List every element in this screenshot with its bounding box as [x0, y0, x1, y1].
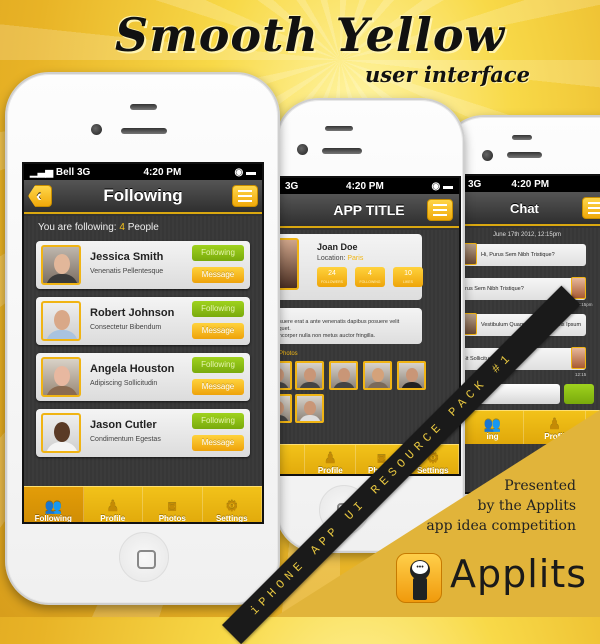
person-subtitle: Condimentum Egestas	[90, 436, 161, 443]
front-camera	[91, 124, 102, 135]
menu-button[interactable]	[232, 185, 258, 207]
following-body: You are following: 4 People Jessica Smit…	[24, 216, 262, 522]
phone-following: ▁▃▅ Bell 3G 4:20 PM ◉ ▬ ‹ Following You …	[5, 72, 280, 605]
chat-avatar	[571, 347, 586, 369]
message-time: 12:15	[575, 372, 587, 377]
person-name: Angela Houston	[90, 363, 175, 375]
menu-icon	[433, 204, 447, 216]
earpiece-top	[325, 126, 353, 131]
chat-message: Hi, Purus Sem Nibh Tristique?	[462, 243, 586, 266]
tab-profile[interactable]: ♟ Profile	[84, 487, 143, 522]
camera-icon: ◙	[168, 498, 177, 514]
person-card: Robert Johnson Consectetur Bibendum Foll…	[36, 297, 250, 345]
following-button[interactable]: Following	[192, 357, 244, 373]
avatar	[41, 245, 81, 285]
following-button[interactable]: Following	[192, 413, 244, 429]
photo-thumb[interactable]	[329, 361, 358, 390]
person-name: Jessica Smith	[90, 251, 164, 263]
person-card: Jessica Smith Venenatis Pellentesque Fol…	[36, 241, 250, 289]
profile-card: Joan Doe Location: Paris 24 FOLLOWERS 4 FO…	[279, 234, 423, 300]
person-subtitle: Consectetur Bibendum	[90, 324, 162, 331]
chat-navbar: Chat	[462, 192, 600, 226]
carrier: ▁▃▅ Bell 3G	[30, 166, 91, 178]
tab-photos[interactable]: ◙Photos	[143, 487, 203, 522]
person-subtitle: Venenatis Pellentesque	[90, 268, 164, 275]
profile-navbar: APP TITLE	[279, 194, 459, 228]
following-summary: You are following: 4 People	[38, 222, 159, 233]
carrier: 3G	[285, 180, 299, 192]
earpiece-top	[130, 104, 157, 110]
tab-bar: 👥 Following ♟ Profile ◙ Photos ⚙ Settings	[24, 486, 262, 522]
menu-button[interactable]	[427, 199, 453, 221]
photo-thumb[interactable]	[397, 361, 426, 390]
clock: 4:20 PM	[511, 178, 550, 190]
person-name: Robert Johnson	[90, 307, 175, 319]
status-bar: ▁▃▅ Bell 3G 4:20 PM ◉ ▬	[24, 164, 262, 180]
stat-followers[interactable]: 24 FOLLOWERS	[317, 267, 347, 287]
photos-label: Photos	[279, 351, 298, 357]
status-bar: 3G 4:20 PM ◉ ▬	[462, 176, 600, 192]
gear-icon: ⚙	[225, 498, 239, 514]
nav-title: APP TITLE	[333, 202, 405, 218]
avatar	[41, 301, 81, 341]
tab-settings[interactable]: ⚙ Settings	[203, 487, 262, 522]
person-name: Jason Cutler	[90, 419, 157, 431]
front-camera	[297, 144, 308, 155]
profile-location: Location: Paris	[317, 255, 364, 262]
chevron-left-icon: ‹	[36, 186, 42, 205]
person-card: Jason Cutler Condimentum Egestas Followi…	[36, 409, 250, 457]
photo-thumb[interactable]	[279, 361, 292, 390]
message-button[interactable]: Message	[192, 323, 244, 339]
chat-avatar	[571, 277, 586, 299]
message-button[interactable]: Message	[192, 435, 244, 451]
message-button[interactable]: Message	[192, 267, 244, 283]
battery-icon: ◉ ▬	[431, 180, 453, 192]
applits-wordmark: Applits	[450, 552, 588, 596]
person-icon: ♟	[106, 498, 120, 514]
profile-photo	[279, 238, 299, 290]
nav-title: Chat	[510, 200, 539, 216]
speaker-grille	[507, 152, 542, 158]
front-camera	[482, 150, 493, 161]
clock: 4:20 PM	[143, 166, 182, 178]
nav-title: Following	[103, 186, 183, 205]
carrier: 3G	[468, 178, 482, 190]
presented-by: Presented by the Applits app idea compet…	[426, 478, 576, 534]
avatar	[41, 413, 81, 453]
tab-following[interactable]: 👥 Following	[24, 487, 84, 522]
menu-button[interactable]	[582, 197, 600, 219]
following-button[interactable]: Following	[192, 245, 244, 261]
following-navbar: ‹ Following	[24, 180, 262, 214]
chat-date: June 17th 2012, 12:15pm	[492, 232, 562, 238]
people-icon: 👥	[44, 498, 62, 514]
applits-logo-icon	[396, 553, 442, 603]
profile-name: Joan Doe	[317, 242, 358, 252]
poster-title: Smooth Yellow	[114, 8, 506, 62]
home-button[interactable]	[119, 532, 169, 582]
speaker-grille	[322, 148, 362, 154]
poster-subtitle: user interface	[365, 62, 530, 87]
photo-thumb[interactable]	[363, 361, 392, 390]
about-text: posuere erat a ante venenatis dapibus po…	[279, 308, 422, 344]
menu-icon	[588, 202, 600, 214]
menu-icon	[238, 190, 252, 202]
status-bar: 3G 4:20 PM ◉ ▬	[279, 178, 459, 194]
speaker-grille	[121, 128, 167, 134]
back-button[interactable]: ‹	[28, 185, 52, 207]
stat-following[interactable]: 4 FOLLOWING	[355, 267, 385, 287]
avatar	[41, 357, 81, 397]
clock: 4:20 PM	[346, 180, 384, 192]
stat-likes[interactable]: 10 LIKES	[393, 267, 423, 287]
following-screen: ▁▃▅ Bell 3G 4:20 PM ◉ ▬ ‹ Following You …	[22, 162, 264, 524]
following-count: 4	[119, 222, 125, 233]
person-subtitle: Adipiscing Sollicitudin	[90, 380, 158, 387]
person-card: Angela Houston Adipiscing Sollicitudin F…	[36, 353, 250, 401]
earpiece-top	[512, 135, 532, 140]
message-button[interactable]: Message	[192, 379, 244, 395]
battery-icon: ◉ ▬	[234, 166, 256, 178]
send-button[interactable]	[564, 384, 594, 404]
following-button[interactable]: Following	[192, 301, 244, 317]
photo-thumb[interactable]	[295, 361, 324, 390]
